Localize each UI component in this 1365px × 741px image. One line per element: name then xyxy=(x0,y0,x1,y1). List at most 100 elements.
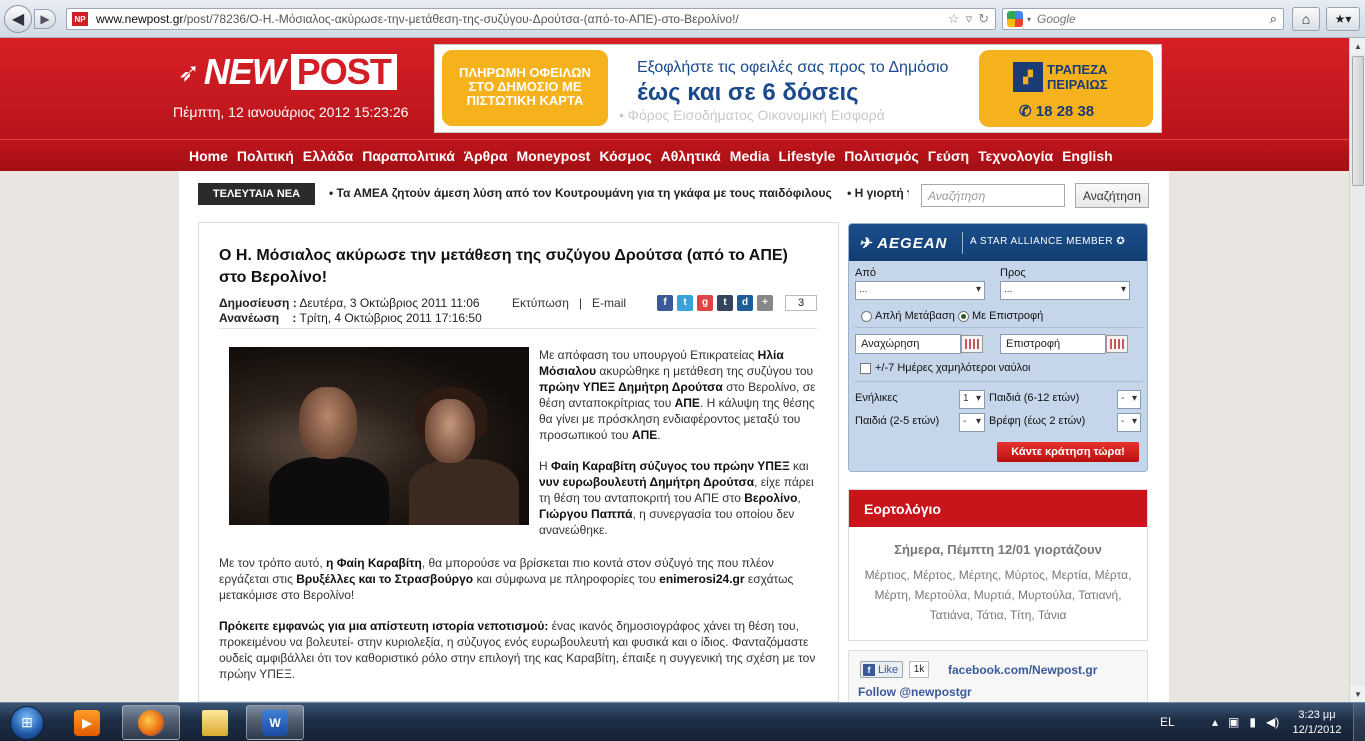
taskbar-word[interactable]: W xyxy=(246,705,304,740)
nav-item-2[interactable]: Ελλάδα xyxy=(303,148,353,164)
news-ticker[interactable]: • Τα ΑΜΕΑ ζητούν άμεση λύση από τον Κουτ… xyxy=(329,186,909,200)
adults-label: Ενήλικες xyxy=(855,392,898,404)
nameday-today: Σήμερα, Πέμπτη 12/01 γιορτάζουν xyxy=(894,542,1102,557)
delicious-share-icon[interactable]: d xyxy=(737,295,753,311)
windows-logo-icon: ⊞ xyxy=(10,705,44,740)
banner-footnote: • Φόρος Εισοδήματος Οικονομική Εισφορά xyxy=(619,107,885,123)
google-icon[interactable] xyxy=(1007,11,1023,27)
system-tray: ▴ ▣ ▮ ◀) xyxy=(1212,715,1279,729)
nav-item-3[interactable]: Παραπολιτικά xyxy=(362,148,455,164)
page-scrollbar[interactable]: ▲ ▼ xyxy=(1349,38,1365,702)
return-radio[interactable] xyxy=(958,311,969,322)
departure-date-input[interactable]: Αναχώρηση xyxy=(855,334,961,354)
facebook-page-link[interactable]: facebook.com/Newpost.gr xyxy=(948,663,1097,677)
children-6-12-select[interactable]: - xyxy=(1117,390,1141,409)
children-2-5-select[interactable]: - xyxy=(959,413,985,432)
nav-item-13[interactable]: English xyxy=(1062,148,1113,164)
scrollbar-thumb[interactable] xyxy=(1352,56,1364,186)
ticker-item[interactable]: • Τα ΑΜΕΑ ζητούν άμεση λύση από τον Κουτ… xyxy=(329,186,832,200)
show-desktop-button[interactable] xyxy=(1353,703,1365,741)
nav-item-8[interactable]: Media xyxy=(730,148,770,164)
tumblr-share-icon[interactable]: t xyxy=(717,295,733,311)
clock-time: 3:23 μμ xyxy=(1298,709,1336,721)
nav-items: Home Πολιτική Ελλάδα Παραπολιτικά Άρθρα Money… xyxy=(189,148,1113,164)
more-share-icon[interactable]: + xyxy=(757,295,773,311)
nav-item-12[interactable]: Τεχνολογία xyxy=(978,148,1053,164)
facebook-share-icon[interactable]: f xyxy=(657,295,673,311)
language-indicator[interactable]: EL xyxy=(1160,715,1175,729)
taskbar-media-player[interactable]: ▶ xyxy=(58,705,116,740)
address-bar[interactable]: NP www.newpost.gr/post/78236/Ο-Η.-Μόσιαλ… xyxy=(66,8,996,30)
banner-headline: Εξοφλήστε τις οφειλές σας προς το Δημόσι… xyxy=(637,59,949,76)
browser-search-bar[interactable]: ▾ Google ⌕ xyxy=(1002,8,1284,30)
facebook-like-button[interactable]: f Like xyxy=(860,661,903,678)
twitter-follow-link[interactable]: Follow @newpostgr xyxy=(858,685,972,699)
aegean-header: ✈ AEGEAN A STAR ALLIANCE MEMBER ✪ xyxy=(849,224,1147,261)
site-search-input[interactable]: Αναζήτηση xyxy=(921,184,1065,207)
nav-item-5[interactable]: Moneypost xyxy=(516,148,590,164)
url-text[interactable]: www.newpost.gr/post/78236/Ο-Η.-Μόσιαλος-… xyxy=(96,12,948,26)
photo-face-woman xyxy=(425,399,475,463)
bookmark-star-icon[interactable]: ☆ xyxy=(948,11,960,27)
from-label: Από xyxy=(855,267,877,279)
magnifier-icon[interactable]: ⌕ xyxy=(1270,11,1277,27)
newpost-logo[interactable]: ➶ NEW POST xyxy=(178,53,397,91)
bookmarks-icon: ★▾ xyxy=(1334,12,1352,26)
adults-select[interactable]: 1 xyxy=(959,390,985,409)
taskbar-firefox[interactable] xyxy=(122,705,180,740)
aegean-booking-widget: ✈ AEGEAN A STAR ALLIANCE MEMBER ✪ Από Πρ… xyxy=(848,223,1148,472)
back-button[interactable]: ◀ xyxy=(4,5,32,33)
bank-name: ΤΡΑΠΕΖΑ ΠΕΙΡΑΙΩΣ xyxy=(1047,62,1108,92)
ticker-item[interactable]: • Η γιορτή της Τ xyxy=(847,186,909,200)
published-date: Δευτέρα, 3 Οκτώβριος 2011 11:06 xyxy=(299,296,480,310)
history-dropdown-icon[interactable]: ▿ xyxy=(966,11,973,27)
share-count: 3 xyxy=(785,295,817,311)
aegean-logo-text: AEGEAN xyxy=(877,235,948,252)
forward-button[interactable]: ▶ xyxy=(34,9,56,29)
nav-item-1[interactable]: Πολιτική xyxy=(237,148,294,164)
nav-item-9[interactable]: Lifestyle xyxy=(778,148,835,164)
scroll-up-arrow-icon[interactable]: ▲ xyxy=(1350,38,1365,54)
home-button[interactable]: ⌂ xyxy=(1292,7,1320,31)
return-date-input[interactable]: Επιστροφή xyxy=(1000,334,1106,354)
browser-search-input[interactable]: Google xyxy=(1037,12,1270,26)
nav-item-0[interactable]: Home xyxy=(189,148,228,164)
from-select[interactable]: ... xyxy=(855,281,985,300)
twitter-share-icon[interactable]: t xyxy=(677,295,693,311)
to-label: Προς xyxy=(1000,267,1026,279)
volume-icon[interactable]: ◀) xyxy=(1266,715,1279,729)
departure-calendar-icon[interactable] xyxy=(961,335,983,353)
widget-divider xyxy=(855,327,1143,328)
taskbar-explorer[interactable] xyxy=(186,705,244,740)
nav-item-6[interactable]: Κόσμος xyxy=(599,148,651,164)
nav-item-11[interactable]: Γεύση xyxy=(928,148,969,164)
print-link[interactable]: Εκτύπωση xyxy=(512,296,569,310)
clock[interactable]: 3:23 μμ 12/1/2012 xyxy=(1289,708,1345,738)
logo-post-text: POST xyxy=(290,54,397,90)
book-now-button[interactable]: Κάντε κράτηση τώρα! xyxy=(997,442,1139,462)
network-icon[interactable]: ▮ xyxy=(1249,715,1256,729)
nav-item-10[interactable]: Πολιτισμός xyxy=(844,148,918,164)
reload-icon[interactable]: ↻ xyxy=(978,11,989,27)
device-icon[interactable]: ▣ xyxy=(1228,715,1239,729)
nav-item-7[interactable]: Αθλητικά xyxy=(661,148,721,164)
bookmarks-button[interactable]: ★▾ xyxy=(1326,7,1360,31)
photo-figure-woman xyxy=(409,459,519,525)
engine-dropdown-icon[interactable]: ▾ xyxy=(1027,15,1031,24)
aegean-logo[interactable]: ✈ AEGEAN xyxy=(859,234,947,252)
url-domain: www.newpost.gr xyxy=(96,12,184,26)
oneway-radio[interactable] xyxy=(861,311,872,322)
nav-item-4[interactable]: Άρθρα xyxy=(464,148,508,164)
google-share-icon[interactable]: g xyxy=(697,295,713,311)
ad-banner[interactable]: ΠΛΗΡΩΜΗ ΟΦΕΙΛΩΝ ΣΤΟ ΔΗΜΟΣΙΟ ΜΕ ΠΙΣΤΩΤΙΚΗ… xyxy=(434,44,1162,133)
infants-select[interactable]: - xyxy=(1117,413,1141,432)
to-select[interactable]: ... xyxy=(1000,281,1130,300)
show-hidden-icons-icon[interactable]: ▴ xyxy=(1212,715,1218,729)
return-calendar-icon[interactable] xyxy=(1106,335,1128,353)
flex-dates-checkbox[interactable] xyxy=(860,363,871,374)
scroll-down-arrow-icon[interactable]: ▼ xyxy=(1350,686,1365,702)
share-buttons: f t g t d + xyxy=(657,295,773,311)
site-search-button[interactable]: Αναζήτηση xyxy=(1075,183,1149,208)
start-button[interactable]: ⊞ xyxy=(2,703,52,741)
email-link[interactable]: E-mail xyxy=(592,296,626,310)
